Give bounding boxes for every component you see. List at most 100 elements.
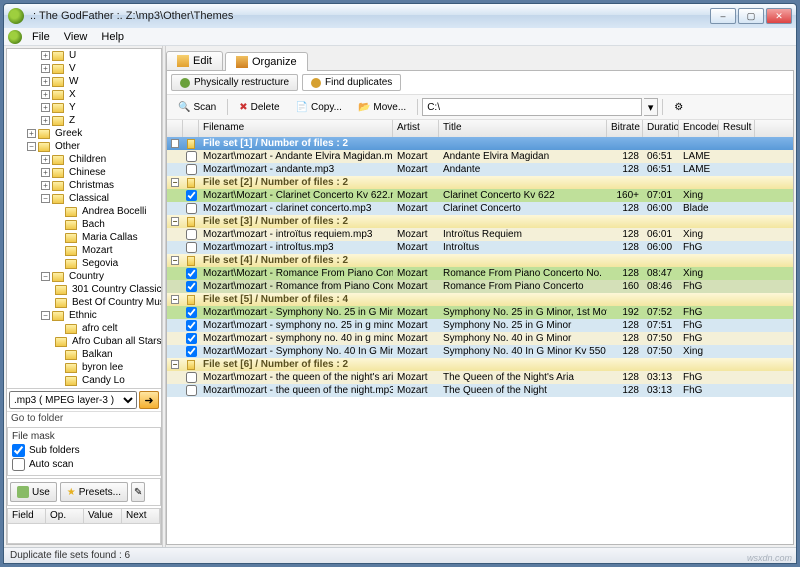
goto-folder-label[interactable]: Go to folder [7, 411, 161, 425]
tree-node[interactable]: Segovia [7, 257, 161, 270]
file-row[interactable]: Mozart\mozart - clarinet concerto.mp3Moz… [167, 202, 793, 215]
subfolders-checkbox[interactable]: Sub folders [12, 444, 156, 457]
file-row[interactable]: Mozart\Mozart - Romance From Piano Conce… [167, 267, 793, 280]
expand-icon[interactable]: + [41, 77, 50, 86]
file-row[interactable]: Mozart\mozart - symphony no. 25 in g min… [167, 319, 793, 332]
tree-node[interactable]: +Children [7, 153, 161, 166]
move-button[interactable]: 📂Move... [351, 97, 413, 117]
copy-button[interactable]: 📄Copy... [289, 97, 349, 117]
tree-node[interactable]: +Christmas [7, 179, 161, 192]
collapse-icon[interactable]: − [171, 217, 179, 226]
file-row[interactable]: Mozart\mozart - introÏtus.mp3MozartIntro… [167, 241, 793, 254]
tree-node[interactable]: 301 Country Classics [7, 283, 161, 296]
close-button[interactable]: ✕ [766, 8, 792, 24]
file-row[interactable]: Mozart\mozart - introïtus requiem.mp3Moz… [167, 228, 793, 241]
path-input[interactable]: C:\ [422, 98, 642, 116]
tree-node[interactable]: Best Of Country Music [7, 296, 161, 309]
expand-icon[interactable]: + [41, 90, 50, 99]
tree-node[interactable]: Bach [7, 218, 161, 231]
tree-node[interactable]: −Other [7, 140, 161, 153]
tree-node[interactable]: Mozart [7, 244, 161, 257]
collapse-icon[interactable]: − [171, 139, 179, 148]
col-artist[interactable]: Artist [393, 120, 439, 137]
file-row[interactable]: Mozart\mozart - Andante Elvira Magidan.m… [167, 150, 793, 163]
format-select[interactable]: .mp3 ( MPEG layer-3 ) [9, 391, 137, 409]
tab-organize[interactable]: Organize [225, 52, 308, 71]
maximize-button[interactable]: ▢ [738, 8, 764, 24]
folder-tree[interactable]: +U+V+W+X+Y+Z+Greek−Other+Children+Chines… [7, 49, 161, 388]
col-encoder[interactable]: Encoder [679, 120, 719, 137]
tree-node[interactable]: Maria Callas [7, 231, 161, 244]
group-header[interactable]: −File set [3] / Number of files : 2 [167, 215, 793, 228]
tree-node[interactable]: +V [7, 62, 161, 75]
file-row[interactable]: Mozart\mozart - symphony no. 40 in g min… [167, 332, 793, 345]
menu-help[interactable]: Help [95, 30, 130, 44]
col-title[interactable]: Title [439, 120, 607, 137]
expand-icon[interactable]: + [41, 181, 50, 190]
presets-button[interactable]: ★Presets... [60, 482, 128, 502]
row-checkbox[interactable] [186, 307, 197, 318]
file-row[interactable]: Mozart\Mozart - Clarinet Concerto Kv 622… [167, 189, 793, 202]
tree-node[interactable]: Candy Lo [7, 374, 161, 387]
expand-icon[interactable]: + [41, 51, 50, 60]
tree-node[interactable]: Afro Cuban all Stars [7, 335, 161, 348]
group-header[interactable]: −File set [6] / Number of files : 2 [167, 358, 793, 371]
subtab-duplicates[interactable]: Find duplicates [302, 74, 401, 91]
row-checkbox[interactable] [186, 203, 197, 214]
file-row[interactable]: Mozart\mozart - Romance from Piano Conce… [167, 280, 793, 293]
row-checkbox[interactable] [186, 190, 197, 201]
file-row[interactable]: Mozart\Mozart - Symphony No. 40 In G Min… [167, 345, 793, 358]
col-result[interactable]: Result [719, 120, 755, 137]
expand-icon[interactable]: − [41, 272, 50, 281]
file-grid[interactable]: Filename Artist Title Bitrate Duratio En… [167, 120, 793, 544]
row-checkbox[interactable] [186, 385, 197, 396]
row-checkbox[interactable] [186, 164, 197, 175]
group-header[interactable]: −File set [4] / Number of files : 2 [167, 254, 793, 267]
go-button[interactable]: ➜ [139, 391, 159, 409]
subtab-restructure[interactable]: Physically restructure [171, 74, 298, 91]
tree-node[interactable]: +Greek [7, 127, 161, 140]
row-checkbox[interactable] [186, 372, 197, 383]
col-filename[interactable]: Filename [199, 120, 393, 137]
tree-node[interactable]: Andrea Bocelli [7, 205, 161, 218]
tree-node[interactable]: +Z [7, 114, 161, 127]
tree-node[interactable]: −Country [7, 270, 161, 283]
tree-node[interactable]: +X [7, 88, 161, 101]
tree-node[interactable]: +W [7, 75, 161, 88]
row-checkbox[interactable] [186, 346, 197, 357]
file-row[interactable]: Mozart\mozart - andante.mp3MozartAndante… [167, 163, 793, 176]
tree-node[interactable]: +U [7, 49, 161, 62]
col-field[interactable]: Field [8, 509, 46, 523]
col-next[interactable]: Next [122, 509, 160, 523]
collapse-icon[interactable]: − [171, 295, 179, 304]
file-row[interactable]: Mozart\mozart - the queen of the night's… [167, 371, 793, 384]
expand-icon[interactable]: + [41, 116, 50, 125]
use-button[interactable]: Use [10, 482, 57, 502]
collapse-icon[interactable]: − [171, 256, 179, 265]
delete-button[interactable]: ✖Delete [232, 97, 286, 117]
expand-icon[interactable]: + [41, 64, 50, 73]
collapse-icon[interactable]: − [171, 178, 179, 187]
group-header[interactable]: −File set [5] / Number of files : 4 [167, 293, 793, 306]
filter-table[interactable]: Field Op. Value Next [7, 508, 161, 544]
group-header[interactable]: −File set [1] / Number of files : 2 [167, 137, 793, 150]
tree-node[interactable]: +Chinese [7, 166, 161, 179]
tree-node[interactable]: Balkan [7, 348, 161, 361]
expand-icon[interactable]: + [41, 168, 50, 177]
expand-icon[interactable]: + [41, 155, 50, 164]
col-bitrate[interactable]: Bitrate [607, 120, 643, 137]
autoscan-checkbox[interactable]: Auto scan [12, 458, 156, 471]
row-checkbox[interactable] [186, 151, 197, 162]
tab-edit[interactable]: Edit [166, 51, 223, 70]
row-checkbox[interactable] [186, 333, 197, 344]
expand-icon[interactable]: + [27, 129, 36, 138]
expand-icon[interactable]: − [41, 194, 50, 203]
expand-icon[interactable]: + [41, 103, 50, 112]
tree-node[interactable]: −Ethnic [7, 309, 161, 322]
tree-node[interactable]: +Y [7, 101, 161, 114]
file-row[interactable]: Mozart\mozart - Symphony No. 25 in G Min… [167, 306, 793, 319]
row-checkbox[interactable] [186, 229, 197, 240]
expand-icon[interactable]: − [41, 311, 50, 320]
minimize-button[interactable]: – [710, 8, 736, 24]
row-checkbox[interactable] [186, 320, 197, 331]
